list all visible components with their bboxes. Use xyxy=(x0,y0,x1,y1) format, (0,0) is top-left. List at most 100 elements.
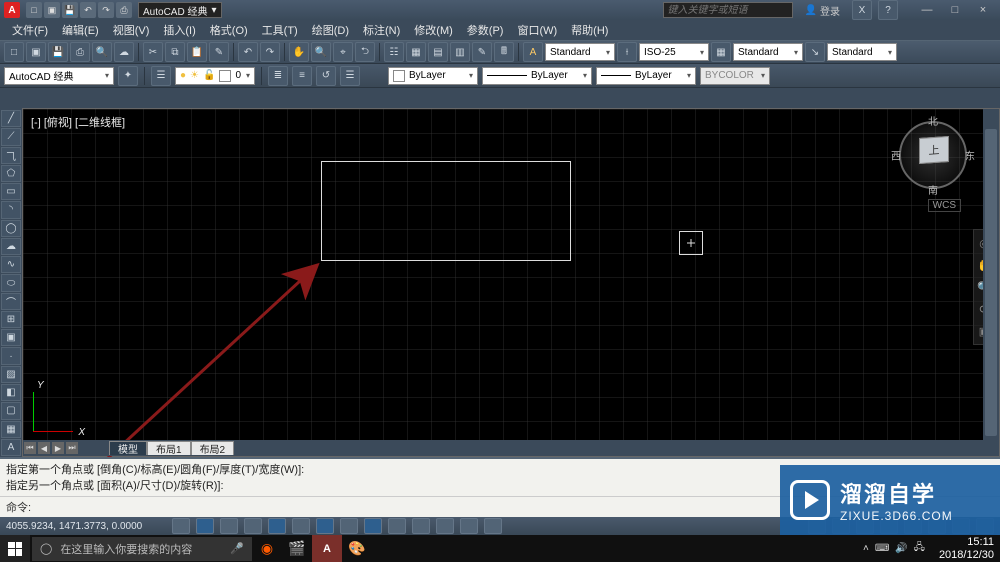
workspace-combo[interactable]: AutoCAD 经典▾ xyxy=(4,67,114,85)
viewcube-east[interactable]: 东 xyxy=(965,148,975,163)
exchange-icon[interactable]: X xyxy=(852,0,872,20)
viewcube-north[interactable]: 北 xyxy=(928,113,938,128)
app-icon[interactable]: A xyxy=(4,2,20,18)
menu-window[interactable]: 窗口(W) xyxy=(511,20,563,40)
redo-icon[interactable]: ↷ xyxy=(98,2,114,18)
match-icon[interactable]: ✎ xyxy=(209,42,229,62)
tray-ime-icon[interactable]: ⌨ xyxy=(875,543,889,554)
osnap3d-toggle-icon[interactable] xyxy=(292,518,310,534)
tab-next-icon[interactable]: ▶ xyxy=(52,442,64,454)
menu-draw[interactable]: 绘图(D) xyxy=(306,20,355,40)
open-icon[interactable]: ▣ xyxy=(44,2,60,18)
table-icon[interactable]: ▦ xyxy=(1,421,21,438)
copy-icon[interactable]: ⧉ xyxy=(165,42,185,62)
color-dropdown[interactable]: ByLayer▾ xyxy=(388,67,478,85)
block-icon[interactable]: ▣ xyxy=(1,329,21,346)
menu-help[interactable]: 帮助(H) xyxy=(565,20,614,40)
plot-icon[interactable]: ⎙ xyxy=(70,42,90,62)
taskbar-app-autocad[interactable]: A xyxy=(312,535,342,562)
snap-toggle-icon[interactable] xyxy=(172,518,190,534)
dyn-toggle-icon[interactable] xyxy=(364,518,382,534)
otrack-toggle-icon[interactable] xyxy=(316,518,334,534)
taskbar-app-2[interactable]: 🎬 xyxy=(282,535,312,562)
drawing-canvas[interactable]: [-] [俯视] [二维线框] Y X 上 北 南 xyxy=(22,108,1000,457)
polygon-icon[interactable]: ⬠ xyxy=(1,165,21,182)
tab-layout2[interactable]: 布局2 xyxy=(191,441,235,455)
viewcube-west[interactable]: 西 xyxy=(891,148,901,163)
rectangle-icon[interactable]: ▭ xyxy=(1,183,21,200)
minimize-button[interactable]: — xyxy=(914,2,940,18)
publish-icon[interactable]: ☁ xyxy=(114,42,134,62)
taskbar-search[interactable]: ◯ 在这里输入你要搜索的内容 🎤 xyxy=(32,537,252,561)
print-icon[interactable]: ⎙ xyxy=(116,2,132,18)
start-button[interactable] xyxy=(0,535,30,562)
taskbar-app-paint[interactable]: 🎨 xyxy=(342,535,372,562)
taskbar-app-1[interactable]: ◉ xyxy=(252,535,282,562)
table-style-icon[interactable]: ▦ xyxy=(711,42,731,62)
new-file-icon[interactable]: □ xyxy=(4,42,24,62)
tab-last-icon[interactable]: ⏭ xyxy=(66,442,78,454)
preview-icon[interactable]: 🔍 xyxy=(92,42,112,62)
properties-icon[interactable]: ☷ xyxy=(384,42,404,62)
mtext-icon[interactable]: A xyxy=(1,439,21,456)
lwt-toggle-icon[interactable] xyxy=(388,518,406,534)
zoom-icon[interactable]: 🔍 xyxy=(311,42,331,62)
polyline-icon[interactable]: ⺄ xyxy=(1,147,21,164)
osnap-toggle-icon[interactable] xyxy=(268,518,286,534)
tray-network-icon[interactable]: 🖧 xyxy=(914,540,925,557)
text-style-icon[interactable]: A xyxy=(523,42,543,62)
zoom-window-icon[interactable]: ⌖ xyxy=(333,42,353,62)
table-style-dropdown[interactable]: Standard▾ xyxy=(733,43,803,61)
sheet-set-icon[interactable]: ▥ xyxy=(450,42,470,62)
layer-state-icon[interactable]: ☰ xyxy=(340,66,360,86)
dim-style-icon[interactable]: ⟊ xyxy=(617,42,637,62)
close-button[interactable]: × xyxy=(970,2,996,18)
pan-icon[interactable]: ✋ xyxy=(289,42,309,62)
view-cube[interactable]: 上 北 南 东 西 xyxy=(893,115,973,195)
menu-insert[interactable]: 插入(I) xyxy=(157,20,201,40)
vertical-scrollbar[interactable] xyxy=(983,109,999,456)
hatch-icon[interactable]: ▨ xyxy=(1,366,21,383)
signin-button[interactable]: 👤 登录 xyxy=(799,3,846,18)
tab-first-icon[interactable]: ⏮ xyxy=(24,442,36,454)
cut-icon[interactable]: ✂ xyxy=(143,42,163,62)
undo-icon[interactable]: ↶ xyxy=(80,2,96,18)
circle-icon[interactable]: ◯ xyxy=(1,220,21,237)
markup-icon[interactable]: ✎ xyxy=(472,42,492,62)
sc-toggle-icon[interactable] xyxy=(460,518,478,534)
ellipse-icon[interactable]: ⬭ xyxy=(1,274,21,291)
ucs-icon[interactable]: Y X xyxy=(29,386,79,436)
zoom-prev-icon[interactable]: ⮌ xyxy=(355,42,375,62)
menu-tools[interactable]: 工具(T) xyxy=(256,20,304,40)
undo-icon[interactable]: ↶ xyxy=(238,42,258,62)
tray-up-icon[interactable]: ˄ xyxy=(863,543,869,554)
plotstyle-dropdown[interactable]: BYCOLOR▾ xyxy=(700,67,770,85)
polar-toggle-icon[interactable] xyxy=(244,518,262,534)
layer-match-icon[interactable]: ≡ xyxy=(292,66,312,86)
text-style-dropdown[interactable]: Standard▾ xyxy=(545,43,615,61)
menu-format[interactable]: 格式(O) xyxy=(204,20,254,40)
menu-edit[interactable]: 编辑(E) xyxy=(56,20,105,40)
ellipse-arc-icon[interactable]: ⌒ xyxy=(1,293,21,310)
maximize-button[interactable]: □ xyxy=(942,2,968,18)
am-toggle-icon[interactable] xyxy=(484,518,502,534)
menu-dimension[interactable]: 标注(N) xyxy=(357,20,406,40)
lineweight-dropdown[interactable]: ByLayer▾ xyxy=(596,67,696,85)
spline-icon[interactable]: ∿ xyxy=(1,256,21,273)
calc-icon[interactable]: 🖩 xyxy=(494,42,514,62)
menu-parametric[interactable]: 参数(P) xyxy=(461,20,510,40)
linetype-dropdown[interactable]: ByLayer▾ xyxy=(482,67,592,85)
dim-style-dropdown[interactable]: ISO-25▾ xyxy=(639,43,709,61)
grid-toggle-icon[interactable] xyxy=(196,518,214,534)
viewport-label[interactable]: [-] [俯视] [二维线框] xyxy=(29,113,127,131)
qp-toggle-icon[interactable] xyxy=(436,518,454,534)
coordinates-readout[interactable]: 4055.9234, 1471.3773, 0.0000 xyxy=(6,521,166,532)
layer-prev-icon[interactable]: ↺ xyxy=(316,66,336,86)
xline-icon[interactable]: ⟋ xyxy=(1,128,21,145)
viewcube-top-face[interactable]: 上 xyxy=(919,136,949,164)
mleader-style-icon[interactable]: ↘ xyxy=(805,42,825,62)
tray-volume-icon[interactable]: 🔊 xyxy=(895,543,907,554)
menu-view[interactable]: 视图(V) xyxy=(107,20,156,40)
insert-icon[interactable]: ⊞ xyxy=(1,311,21,328)
drawn-rectangle[interactable] xyxy=(321,161,571,261)
